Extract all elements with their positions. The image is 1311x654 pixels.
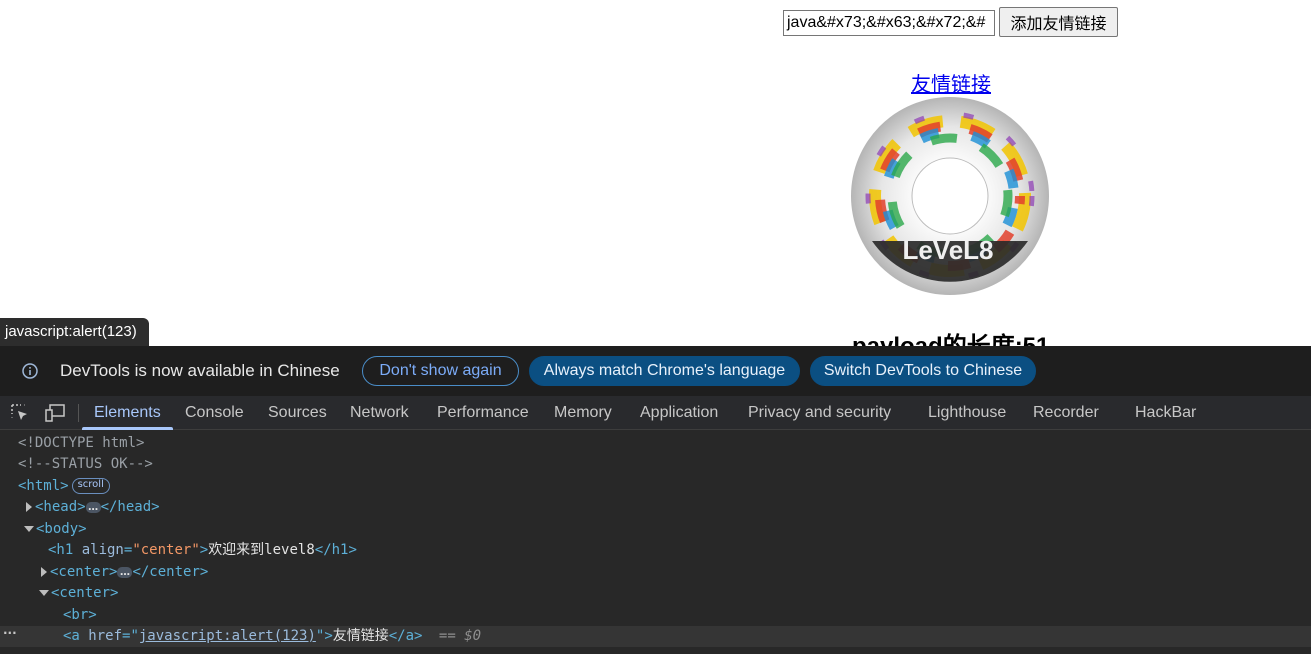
devtools-panel: DevTools is now available in Chinese Don… bbox=[0, 346, 1311, 654]
tab-elements[interactable]: Elements bbox=[94, 396, 161, 429]
language-banner: DevTools is now available in Chinese Don… bbox=[0, 346, 1311, 396]
match-chrome-language-button[interactable]: Always match Chrome's language bbox=[529, 356, 800, 386]
web-page: java&#x73;&#x63;&#x72;&# 添加友情链接 友情链接 LeV… bbox=[0, 0, 1311, 346]
selected-node-marker: == $0 bbox=[438, 628, 482, 644]
dom-node-center-expanded[interactable]: <center> bbox=[0, 583, 1311, 604]
tab-hackbar[interactable]: HackBar bbox=[1135, 396, 1196, 429]
scroll-badge[interactable]: scroll bbox=[71, 478, 110, 494]
dom-node-h1[interactable]: <h1 align="center">欢迎来到level8</h1> bbox=[0, 540, 1311, 561]
tab-memory[interactable]: Memory bbox=[554, 396, 612, 429]
payload-length-heading: payload的长度:51 bbox=[852, 326, 1049, 346]
inspect-element-icon[interactable] bbox=[11, 404, 29, 422]
tab-separator bbox=[78, 404, 79, 422]
level8-disc-image: LeVeL8 bbox=[851, 97, 1049, 295]
tab-recorder[interactable]: Recorder bbox=[1033, 396, 1099, 429]
tab-lighthouse[interactable]: Lighthouse bbox=[928, 396, 1006, 429]
switch-to-chinese-button[interactable]: Switch DevTools to Chinese bbox=[810, 356, 1036, 386]
banner-message: DevTools is now available in Chinese bbox=[60, 361, 340, 380]
dom-node-anchor-selected[interactable]: ··· <a href="javascript:alert(123)">友情链接… bbox=[0, 626, 1311, 647]
dom-node-body[interactable]: <body> bbox=[0, 519, 1311, 540]
keyword-input[interactable]: java&#x73;&#x63;&#x72;&# bbox=[783, 10, 995, 36]
tab-console[interactable]: Console bbox=[185, 396, 244, 429]
dom-node-html[interactable]: <html> scroll bbox=[0, 476, 1311, 497]
expand-arrow-icon[interactable] bbox=[41, 567, 47, 577]
status-url-tooltip: javascript:alert(123) bbox=[0, 318, 149, 346]
dom-node-head[interactable]: <head>… </head> bbox=[0, 497, 1311, 518]
dom-node-br[interactable]: <br> bbox=[0, 605, 1311, 626]
more-options-icon[interactable]: ··· bbox=[3, 626, 17, 640]
dom-node-center-collapsed[interactable]: <center>… </center> bbox=[0, 562, 1311, 583]
collapsed-ellipsis-icon[interactable]: … bbox=[85, 501, 101, 513]
add-friend-link-button[interactable]: 添加友情链接 bbox=[999, 7, 1118, 37]
tab-network[interactable]: Network bbox=[350, 396, 409, 429]
dont-show-again-button[interactable]: Don't show again bbox=[362, 356, 519, 386]
tab-performance[interactable]: Performance bbox=[437, 396, 529, 429]
collapse-arrow-icon[interactable] bbox=[39, 590, 49, 596]
expand-arrow-icon[interactable] bbox=[26, 502, 32, 512]
tab-application[interactable]: Application bbox=[640, 396, 718, 429]
elements-tree: <!DOCTYPE html> <!--STATUS OK--> <html> s… bbox=[0, 430, 1311, 654]
info-icon bbox=[22, 363, 38, 379]
collapse-arrow-icon[interactable] bbox=[24, 526, 34, 532]
dom-node-comment[interactable]: <!--STATUS OK--> bbox=[0, 454, 1311, 475]
tab-privacy-security[interactable]: Privacy and security bbox=[748, 396, 891, 429]
disc-logo-text: LeVeL8 bbox=[902, 235, 993, 265]
devtools-tabbar: Elements Console Sources Network Perform… bbox=[0, 396, 1311, 430]
device-toolbar-icon[interactable] bbox=[45, 404, 65, 422]
collapsed-ellipsis-icon[interactable]: … bbox=[117, 566, 133, 578]
tab-sources[interactable]: Sources bbox=[268, 396, 327, 429]
friend-link[interactable]: 友情链接 bbox=[908, 68, 994, 97]
dom-node-doctype[interactable]: <!DOCTYPE html> bbox=[0, 433, 1311, 454]
href-link[interactable]: javascript:alert(123) bbox=[139, 628, 316, 644]
